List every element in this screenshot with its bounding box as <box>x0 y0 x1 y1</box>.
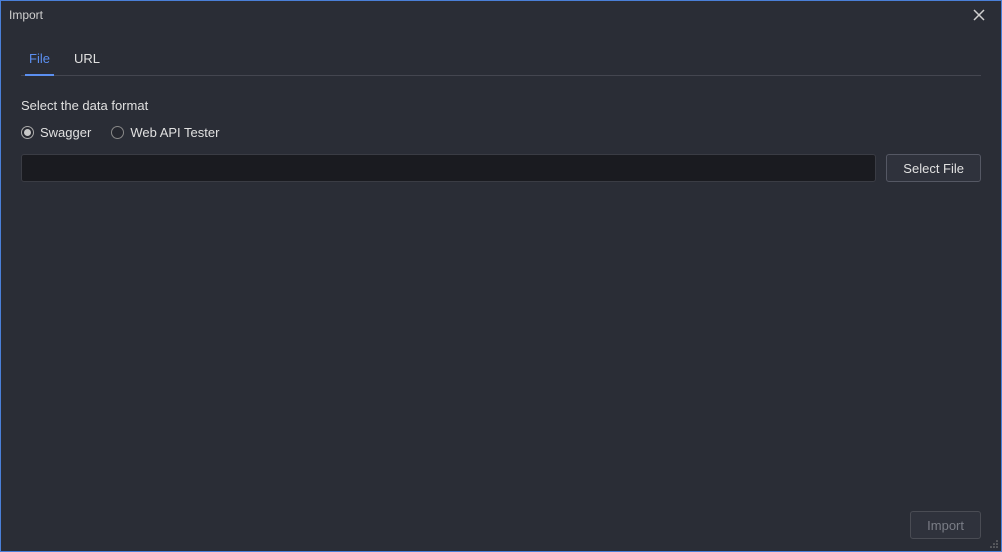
radio-label: Swagger <box>40 125 91 140</box>
tab-file[interactable]: File <box>25 45 54 76</box>
window-title: Import <box>9 8 43 22</box>
button-label: Import <box>927 518 964 533</box>
tab-label: File <box>29 51 50 66</box>
select-file-button[interactable]: Select File <box>886 154 981 182</box>
file-path-input[interactable] <box>21 154 876 182</box>
file-row: Select File <box>21 154 981 182</box>
resize-grip-icon <box>987 537 999 549</box>
content-area: File URL Select the data format Swagger … <box>1 29 1001 182</box>
section-label: Select the data format <box>21 98 981 113</box>
tabs: File URL <box>21 45 981 76</box>
resize-grip[interactable] <box>987 537 999 549</box>
radio-label: Web API Tester <box>130 125 219 140</box>
radio-icon <box>111 126 124 139</box>
import-button[interactable]: Import <box>910 511 981 539</box>
radio-icon <box>21 126 34 139</box>
tab-url[interactable]: URL <box>70 45 104 76</box>
footer: Import <box>910 511 981 539</box>
close-button[interactable] <box>965 1 993 29</box>
button-label: Select File <box>903 161 964 176</box>
tab-label: URL <box>74 51 100 66</box>
titlebar: Import <box>1 1 1001 29</box>
radio-group-data-format: Swagger Web API Tester <box>21 125 981 140</box>
radio-swagger[interactable]: Swagger <box>21 125 91 140</box>
close-icon <box>973 9 985 21</box>
radio-web-api-tester[interactable]: Web API Tester <box>111 125 219 140</box>
